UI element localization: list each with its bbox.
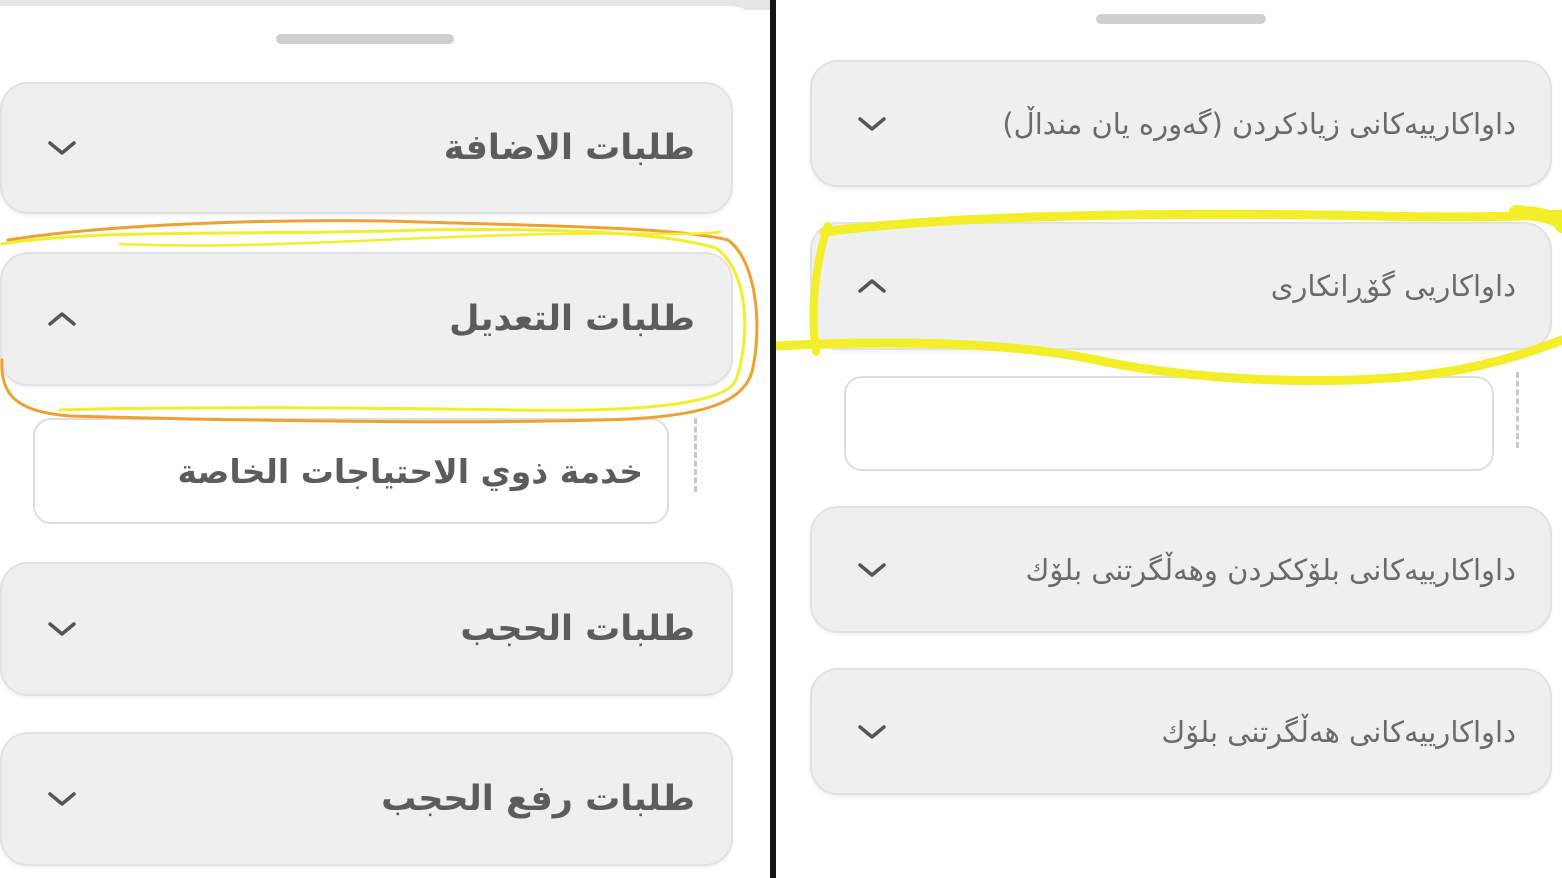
sub-item-special-needs[interactable]: خدمة ذوي الاحتياجات الخاصة: [33, 418, 669, 524]
chevron-up-icon: [48, 312, 76, 326]
section-label: داواکارییەکانی زیادکردن (گەورە یان منداڵ…: [1002, 106, 1516, 141]
section-label: داواکارییەکانی بلۆککردن وهەڵگرتنی بلۆك: [1025, 552, 1516, 587]
connector-line: [694, 418, 697, 492]
chevron-down-icon: [48, 792, 76, 806]
section-label: طلبات الاضافة: [443, 128, 695, 168]
chevron-down-icon: [48, 141, 76, 155]
chevron-down-icon: [858, 724, 886, 739]
section-add-requests[interactable]: داواکارییەکانی زیادکردن (گەورە یان منداڵ…: [810, 60, 1552, 187]
section-label: طلبات التعديل: [449, 299, 695, 339]
drag-handle[interactable]: [1096, 14, 1266, 24]
section-unblock-requests[interactable]: طلبات رفع الحجب: [0, 732, 733, 866]
section-block-unblock-requests[interactable]: داواکارییەکانی بلۆککردن وهەڵگرتنی بلۆك: [810, 506, 1552, 633]
section-add-requests[interactable]: طلبات الاضافة: [0, 82, 733, 214]
connector-line: [1516, 372, 1519, 448]
section-label: طلبات الحجب: [460, 609, 695, 649]
sub-item-label: خدمة ذوي الاحتياجات الخاصة: [177, 451, 643, 491]
section-label: داواکاریی گۆڕانکاری: [1270, 269, 1516, 303]
chevron-down-icon: [48, 622, 76, 636]
chevron-down-icon: [858, 562, 886, 577]
right-panel: داواکارییەکانی زیادکردن (گەورە یان منداڵ…: [776, 0, 1562, 878]
section-label: داواکارییەکانی هەڵگرتنی بلۆك: [1161, 714, 1516, 749]
sub-item-empty[interactable]: [844, 376, 1494, 471]
chevron-up-icon: [858, 279, 886, 293]
section-block-requests[interactable]: طلبات الحجب: [0, 562, 733, 696]
section-label: طلبات رفع الحجب: [381, 779, 695, 819]
chevron-down-icon: [858, 116, 886, 131]
section-edit-requests[interactable]: داواکاریی گۆڕانکاری: [810, 222, 1552, 350]
drag-handle[interactable]: [276, 34, 454, 44]
left-panel: طلبات الاضافة طلبات التعديل خدمة ذوي الا…: [0, 0, 770, 878]
section-unblock-requests[interactable]: داواکارییەکانی هەڵگرتنی بلۆك: [810, 668, 1552, 795]
section-edit-requests[interactable]: طلبات التعديل: [0, 252, 733, 386]
